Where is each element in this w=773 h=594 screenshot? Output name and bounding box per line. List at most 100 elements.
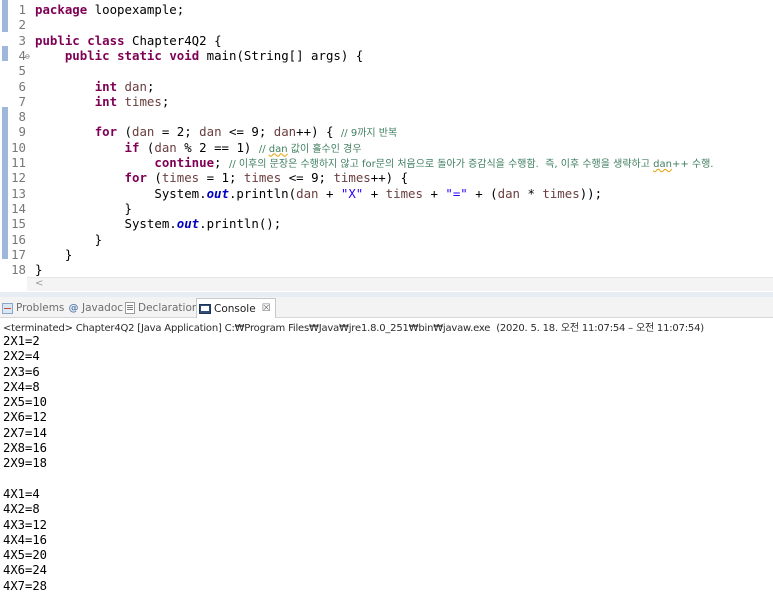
code-line[interactable]: 5 bbox=[0, 63, 773, 78]
horizontal-scrollbar[interactable]: < bbox=[27, 277, 773, 291]
code-token: ; bbox=[146, 78, 155, 94]
code-token: times bbox=[124, 93, 162, 109]
tab-declaration[interactable]: Declaration bbox=[125, 300, 199, 316]
code-token: dan bbox=[124, 78, 147, 94]
code-line[interactable]: 3 public class Chapter4Q2 { bbox=[0, 33, 773, 48]
tab-javadoc[interactable]: @ Javadoc bbox=[68, 300, 124, 316]
code-token: int bbox=[94, 78, 118, 94]
code-token: .println(); bbox=[199, 216, 282, 232]
console-line: 2X3=6 bbox=[3, 364, 40, 379]
code-token: .println( bbox=[228, 185, 297, 201]
console-output[interactable]: 2X1=2 2X2=4 2X3=6 2X4=8 2X5=10 2X6=12 2X7=14 2X… bbox=[3, 334, 763, 594]
console-icon bbox=[199, 303, 211, 314]
declaration-icon bbox=[125, 302, 135, 314]
code-token: = 1; bbox=[199, 170, 244, 186]
code-line[interactable]: 15 System.out.println(); bbox=[0, 216, 773, 231]
tab-problems-label: Problems bbox=[16, 302, 65, 314]
code-token: void bbox=[169, 47, 200, 63]
code-token: )); bbox=[579, 185, 603, 201]
code-line[interactable]: 1 package loopexample; bbox=[0, 2, 773, 17]
console-line: 4X6=24 bbox=[3, 563, 48, 578]
code-text: } bbox=[35, 262, 42, 277]
console-line: 4X3=12 bbox=[3, 517, 48, 532]
javadoc-icon: @ bbox=[68, 302, 79, 314]
code-token: % 2 == 1) bbox=[176, 139, 259, 155]
console-line: 2X8=16 bbox=[3, 441, 48, 456]
code-token: continue bbox=[154, 155, 215, 170]
code-token: System. bbox=[35, 216, 177, 232]
line-number: 17 bbox=[11, 246, 26, 262]
code-token: for bbox=[94, 124, 118, 140]
code-line[interactable]: 2 bbox=[0, 17, 773, 32]
code-token: "X" bbox=[340, 185, 364, 201]
code-token: } bbox=[35, 200, 132, 216]
tab-console[interactable]: Console ☒ bbox=[196, 298, 276, 318]
console-line: 4X1=4 bbox=[3, 486, 40, 501]
line-number: 12 bbox=[11, 170, 26, 186]
code-line[interactable]: 16 } bbox=[0, 232, 773, 247]
code-editor[interactable]: 1 package loopexample; 2 3 public class Chap… bbox=[0, 0, 773, 292]
code-token: // 9까지 반복 bbox=[340, 128, 398, 140]
code-line[interactable]: 7 int times; bbox=[0, 94, 773, 109]
code-token: } bbox=[35, 246, 73, 262]
code-token: ; bbox=[161, 93, 170, 109]
console-status: <terminated> Chapter4Q2 [Java Applicatio… bbox=[3, 323, 704, 334]
code-token: main(String[] args) { bbox=[199, 47, 364, 63]
code-text: System.out.println(dan + "X" + times + "… bbox=[35, 186, 602, 201]
code-token: dan bbox=[296, 185, 319, 201]
line-number: 5 bbox=[18, 63, 26, 79]
fold-toggle-icon[interactable]: ⊖ bbox=[25, 49, 30, 64]
code-text: public static void main(String[] args) { bbox=[35, 48, 363, 63]
console-line: 2X2=4 bbox=[3, 349, 40, 364]
code-token: <= 9; bbox=[221, 124, 274, 140]
code-token: + bbox=[422, 185, 446, 201]
line-number: 18 bbox=[11, 262, 26, 278]
code-line[interactable]: 8 bbox=[0, 109, 773, 124]
code-text: } bbox=[35, 232, 102, 247]
code-text: System.out.println(); bbox=[35, 216, 282, 232]
line-number: 4 bbox=[18, 47, 26, 63]
code-token: times bbox=[333, 170, 371, 186]
code-line[interactable]: 13 System.out.println(dan + "X" + times … bbox=[0, 186, 773, 201]
line-number: 1 bbox=[18, 2, 26, 17]
code-line[interactable]: 6 int dan; bbox=[0, 79, 773, 94]
code-token: out bbox=[206, 185, 229, 201]
code-line[interactable]: 18} bbox=[0, 262, 773, 277]
line-number: 13 bbox=[11, 185, 26, 201]
tab-javadoc-label: Javadoc bbox=[82, 302, 124, 314]
close-icon[interactable]: ☒ bbox=[262, 303, 271, 314]
tab-problems[interactable]: Problems bbox=[2, 300, 64, 316]
code-token: int bbox=[94, 93, 118, 109]
console-line: 2X4=8 bbox=[3, 379, 40, 394]
code-line[interactable]: 4 ⊖ public static void main(String[] args… bbox=[0, 48, 773, 63]
code-token: ( bbox=[139, 139, 155, 155]
code-line[interactable]: 10 if (dan % 2 == 1) // dan 값이 홀수인 경우 bbox=[0, 140, 773, 155]
code-line[interactable]: 14 } bbox=[0, 201, 773, 216]
code-token: } bbox=[35, 231, 103, 247]
line-number: 10 bbox=[11, 139, 26, 155]
code-line[interactable]: 11 continue; // 이후의 문장은 수행하지 않고 for문의 처음… bbox=[0, 155, 773, 170]
code-token: "=" bbox=[445, 185, 468, 201]
code-token: } bbox=[35, 262, 43, 278]
code-token: dan bbox=[199, 124, 222, 140]
code-token: dan bbox=[273, 124, 297, 140]
code-token: loopexample; bbox=[87, 2, 185, 17]
code-token: dan bbox=[497, 185, 520, 201]
console-line: 2X9=18 bbox=[3, 456, 48, 471]
code-line[interactable]: 12 for (times = 1; times <= 9; times++) … bbox=[0, 170, 773, 185]
code-token: dan bbox=[653, 159, 672, 170]
code-line[interactable]: 17 } bbox=[0, 247, 773, 262]
code-token: times bbox=[243, 170, 282, 186]
scroll-left-arrow-icon[interactable]: < bbox=[35, 278, 43, 289]
code-token: = 2; bbox=[154, 124, 200, 140]
problems-icon bbox=[2, 302, 13, 314]
code-token: 값이 홀수인 경우 bbox=[287, 143, 362, 155]
code-line[interactable]: 9 for (dan = 2; dan <= 9; dan++) { // 9까… bbox=[0, 124, 773, 139]
code-text: int times; bbox=[35, 93, 170, 109]
code-token: public bbox=[64, 47, 110, 63]
